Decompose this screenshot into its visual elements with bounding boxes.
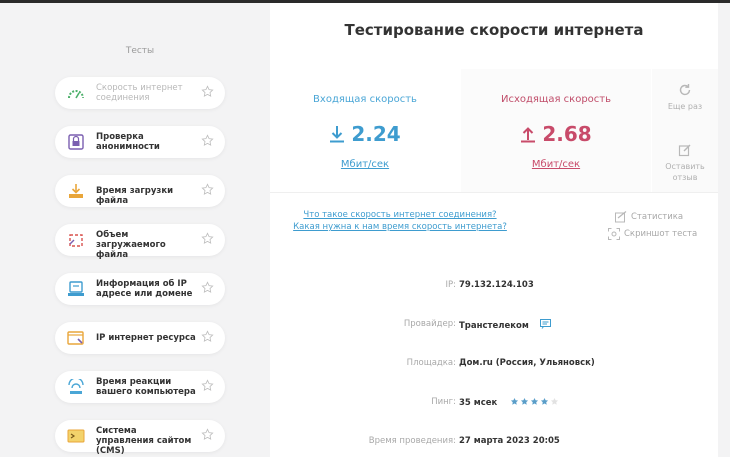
faq-links: Что такое скорость интернет соединения? …	[270, 209, 530, 233]
time-value: 27 марта 2023 20:05	[459, 436, 560, 446]
upload-label: Исходящая скорость	[500, 94, 612, 105]
star-outline-icon[interactable]	[201, 379, 214, 392]
cms-icon	[67, 429, 85, 443]
sidebar-item-cms[interactable]: Система управления сайтом (CMS)	[55, 420, 225, 456]
site-label: Площадка:	[406, 358, 456, 368]
page-title: Тестирование скорости интернета	[344, 21, 644, 39]
star-outline-icon[interactable]	[201, 281, 214, 294]
speed-test-panel: Тестирование скорости интернета Входящая…	[270, 3, 718, 457]
feedback-label: Оставить отзыв	[665, 162, 705, 182]
time-label: Время проведения:	[368, 436, 456, 446]
statistics-link[interactable]: Статистика	[615, 210, 697, 225]
screenshot-link[interactable]: Скриншот теста	[608, 227, 697, 242]
sidebar-item-label: Информация об IP адресе или домене	[96, 279, 193, 299]
retest-button[interactable]: Еще раз	[652, 83, 718, 112]
info-ip: IP: 79.132.124.103	[270, 280, 718, 292]
info-time: Время проведения: 27 марта 2023 20:05	[270, 436, 718, 448]
upload-unit-link[interactable]: Мбит/сек	[461, 159, 651, 170]
statistics-label: Статистика	[631, 212, 684, 222]
edit-icon	[678, 144, 691, 157]
info-site: Площадка: Дом.ru (Россия, Ульяновск)	[270, 358, 718, 370]
faq-link-speed[interactable]: Что такое скорость интернет соединения?	[270, 209, 530, 221]
sidebar-item-file-size[interactable]: Объем загружаемого файла	[55, 224, 225, 260]
info-ping: Пинг: 35 мсек	[270, 397, 718, 409]
ip-value: 79.132.124.103	[459, 280, 534, 290]
star-outline-icon[interactable]	[201, 330, 214, 343]
star-outline-icon[interactable]	[201, 183, 214, 196]
star-filled-icon	[521, 397, 529, 405]
download-speed-card: Входящая скорость 2.24 Мбит/сек	[270, 69, 460, 193]
sidebar-item-label: Время загрузки файла	[96, 186, 174, 206]
ip-resource-icon	[67, 331, 84, 345]
star-empty-icon	[551, 397, 559, 405]
star-filled-icon	[531, 397, 539, 405]
ping-rating	[510, 397, 560, 409]
screenshot-icon	[608, 228, 620, 240]
download-value: 2.24	[351, 122, 401, 146]
result-actions: Еще раз Оставить отзыв	[652, 69, 718, 193]
sidebar-item-reaction-time[interactable]: Время реакции вашего компьютера	[55, 371, 225, 403]
sidebar-item-label: Скорость интернет соединения	[96, 83, 183, 103]
ip-info-icon	[68, 281, 84, 296]
comment-icon[interactable]	[539, 319, 551, 329]
ip-label: IP:	[445, 280, 457, 290]
download-arrow-icon	[330, 126, 345, 143]
chart-icon	[615, 211, 627, 223]
sidebar-item-speed-test[interactable]: Скорость интернет соединения	[55, 77, 225, 109]
speedometer-icon	[68, 90, 84, 99]
sidebar-item-file-load-time[interactable]: Время загрузки файла	[55, 175, 225, 207]
star-outline-icon[interactable]	[201, 232, 214, 245]
sidebar-item-label: IP интернет ресурса	[96, 333, 196, 343]
screenshot-label: Скриншот теста	[624, 229, 698, 239]
provider-value: Транстелеком	[459, 321, 529, 331]
tests-sidebar: Тесты Скорость интернет соединения Прове…	[0, 3, 265, 457]
ping-label: Пинг:	[431, 397, 456, 407]
sidebar-item-label: Объем загружаемого файла	[96, 230, 166, 260]
sidebar-item-label: Система управления сайтом (CMS)	[96, 426, 192, 456]
upload-arrow-icon	[521, 127, 536, 143]
sidebar-item-ip-resource[interactable]: IP интернет ресурса	[55, 322, 225, 354]
download-unit-link[interactable]: Мбит/сек	[270, 159, 460, 170]
refresh-icon	[679, 84, 691, 96]
info-provider: Провайдер: Транстелеком	[270, 319, 718, 331]
upload-speed-card: Исходящая скорость 2.68 Мбит/сек	[461, 69, 651, 193]
provider-label: Провайдер:	[403, 319, 456, 329]
faq-link-required-speed[interactable]: Какая нужна к нам время скорость интерне…	[270, 221, 530, 233]
sidebar-item-label: Время реакции вашего компьютера	[96, 377, 196, 397]
star-filled-icon	[511, 397, 519, 405]
feedback-button[interactable]: Оставить отзыв	[652, 143, 718, 183]
anonymity-icon	[68, 134, 84, 150]
sidebar-item-anonymity[interactable]: Проверка анонимности	[55, 126, 225, 158]
reaction-time-icon	[68, 379, 84, 394]
site-value: Дом.ru (Россия, Ульяновск)	[459, 358, 595, 368]
upload-value: 2.68	[542, 122, 592, 146]
ping-value: 35 мсек	[459, 398, 498, 408]
file-download-icon	[69, 184, 83, 198]
star-outline-icon[interactable]	[201, 85, 214, 98]
star-outline-icon[interactable]	[201, 428, 214, 441]
star-filled-icon	[541, 397, 549, 405]
star-outline-icon[interactable]	[201, 134, 214, 147]
retest-label: Еще раз	[667, 102, 703, 111]
sidebar-item-ip-info[interactable]: Информация об IP адресе или домене	[55, 273, 225, 305]
sidebar-item-label: Проверка анонимности	[96, 132, 160, 152]
download-label: Входящая скорость	[313, 94, 417, 105]
file-size-icon	[69, 234, 83, 247]
divider	[270, 192, 718, 193]
sidebar-title: Тесты	[125, 46, 155, 56]
result-tools: Статистика Скриншот теста	[608, 210, 697, 244]
